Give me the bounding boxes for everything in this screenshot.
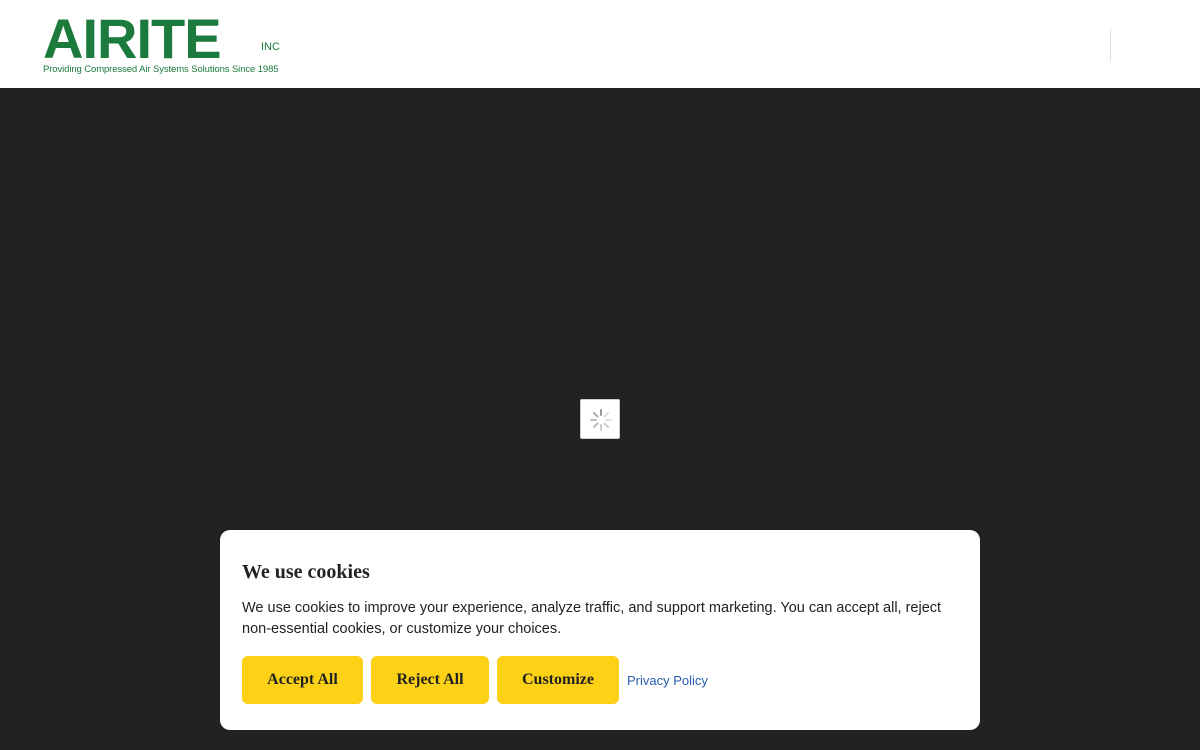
logo-suffix: INC [261,41,280,53]
logo-tagline: Providing Compressed Air Systems Solutio… [43,64,279,75]
cookie-actions: Accept All Reject All Customize Privacy … [242,656,708,704]
site-logo[interactable]: AIRITE INC Providing Compressed Air Syst… [43,7,284,77]
privacy-policy-link[interactable]: Privacy Policy [627,673,708,688]
accept-all-button[interactable]: Accept All [242,656,363,704]
customize-button[interactable]: Customize [497,656,619,704]
cookie-title: We use cookies [242,561,370,583]
cookie-banner: We use cookies We use cookies to improve… [220,530,980,730]
loading-indicator [580,399,620,439]
reject-all-button[interactable]: Reject All [371,656,489,704]
site-header: AIRITE INC Providing Compressed Air Syst… [0,0,1200,88]
spinner-icon [590,409,612,431]
cookie-message: We use cookies to improve your experienc… [242,600,942,637]
logo-wordmark: AIRITE [43,7,222,70]
header-divider [1110,29,1111,61]
